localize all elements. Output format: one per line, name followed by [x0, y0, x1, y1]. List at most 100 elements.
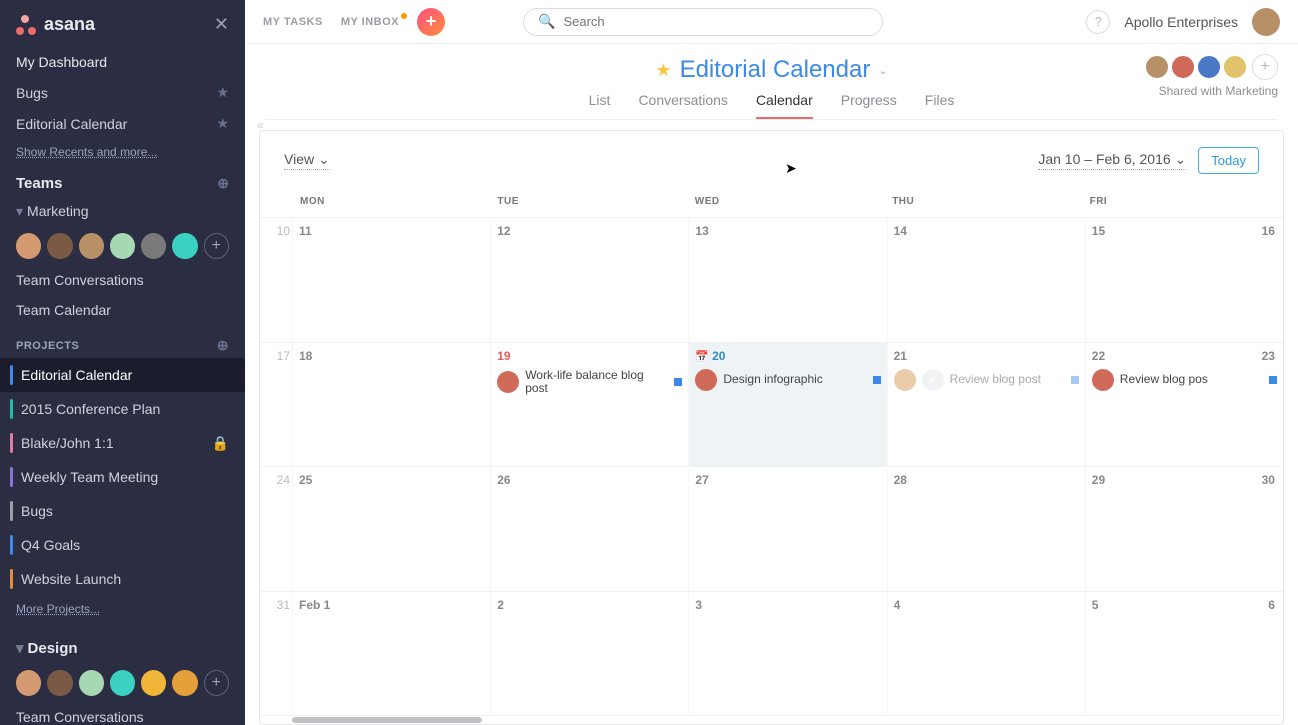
sidebar-item-bugs[interactable]: Bugs★ [0, 77, 245, 108]
sidebar-link-more-projects[interactable]: More Projects... [0, 596, 245, 622]
avatar[interactable] [79, 233, 104, 259]
view-dropdown[interactable]: View ⌄ [284, 151, 330, 170]
user-avatar[interactable] [1252, 8, 1280, 36]
calendar-task[interactable]: ✓Review blog post [894, 369, 1079, 391]
sidebar-team-marketing[interactable]: ▾Marketing [0, 196, 245, 227]
avatar[interactable] [47, 233, 72, 259]
project-item[interactable]: Blake/John 1:1🔒 [0, 426, 245, 460]
tab-conversations[interactable]: Conversations [638, 92, 728, 119]
avatar[interactable] [47, 670, 72, 696]
day-header: MON [294, 190, 491, 217]
calendar-day[interactable]: 📅20Design infographic [688, 343, 886, 467]
star-icon[interactable]: ★ [216, 84, 229, 101]
sidebar-team-design[interactable]: ▾Design [0, 632, 245, 664]
day-number: 2 [497, 598, 504, 612]
project-item[interactable]: Bugs [0, 494, 245, 528]
avatar[interactable] [110, 233, 135, 259]
calendar-day[interactable]: 26 [490, 467, 688, 591]
calendar-day[interactable]: 56 [1085, 592, 1283, 716]
search-input[interactable] [563, 14, 868, 29]
avatar[interactable] [110, 670, 135, 696]
calendar-day[interactable]: 27 [688, 467, 886, 591]
sidebar-item-team-calendar[interactable]: Team Calendar [0, 295, 245, 325]
tab-calendar[interactable]: Calendar [756, 92, 813, 119]
avatar[interactable] [172, 233, 197, 259]
search-wrap[interactable]: 🔍 [523, 8, 883, 36]
new-task-button[interactable]: + [417, 8, 445, 36]
label: Blake/John 1:1 [21, 435, 204, 451]
logo-icon [16, 15, 36, 35]
calendar-task[interactable]: Work-life balance blog post [497, 369, 682, 397]
calendar-day[interactable]: 21✓Review blog post [887, 343, 1085, 467]
calendar-day[interactable]: 2930 [1085, 467, 1283, 591]
chevron-down-icon[interactable]: ⌄ [878, 64, 887, 77]
avatar[interactable] [141, 233, 166, 259]
avatar[interactable] [16, 670, 41, 696]
calendar-day[interactable]: 1516 [1085, 218, 1283, 342]
org-name[interactable]: Apollo Enterprises [1124, 14, 1238, 30]
horizontal-scrollbar[interactable] [260, 716, 1283, 724]
tab-progress[interactable]: Progress [841, 92, 897, 119]
sidebar-item-design-conversations[interactable]: Team Conversations [0, 702, 245, 725]
task-title: Work-life balance blog post [525, 369, 668, 397]
tab-files[interactable]: Files [925, 92, 955, 119]
project-item[interactable]: Q4 Goals [0, 528, 245, 562]
today-button[interactable]: Today [1198, 147, 1259, 174]
avatar[interactable] [1144, 54, 1170, 80]
plus-icon[interactable]: ⊕ [217, 175, 229, 192]
calendar-day[interactable]: 18 [292, 343, 490, 467]
avatar[interactable] [1170, 54, 1196, 80]
day-number: 27 [695, 473, 708, 487]
avatar[interactable] [141, 670, 166, 696]
nav-my-inbox[interactable]: MY INBOX [341, 16, 399, 28]
help-icon[interactable]: ? [1086, 10, 1110, 34]
calendar-day[interactable]: 12 [490, 218, 688, 342]
label: Team Conversations [16, 272, 144, 288]
tab-list[interactable]: List [589, 92, 611, 119]
calendar-day[interactable]: 14 [887, 218, 1085, 342]
calendar-week: 24252627282930 [260, 467, 1283, 592]
sidebar-link-recents[interactable]: Show Recents and more... [0, 139, 245, 165]
calendar-day[interactable]: 25 [292, 467, 490, 591]
sidebar-item-dashboard[interactable]: My Dashboard [0, 47, 245, 77]
calendar-day[interactable]: 11 [292, 218, 490, 342]
calendar-day[interactable]: 28 [887, 467, 1085, 591]
star-icon[interactable]: ★ [216, 115, 229, 132]
add-collaborator-button[interactable]: + [1252, 54, 1278, 80]
logo[interactable]: asana [16, 14, 95, 35]
avatar[interactable] [172, 670, 197, 696]
close-sidebar-icon[interactable]: ✕ [214, 14, 229, 35]
calendar-day[interactable]: 3 [688, 592, 886, 716]
sidebar-subhead-projects: PROJECTS⊕ [0, 325, 245, 358]
calendar-day[interactable]: 2 [490, 592, 688, 716]
add-member-button[interactable]: + [204, 670, 229, 696]
scrollbar-thumb[interactable] [292, 717, 482, 723]
plus-icon[interactable]: ⊕ [217, 337, 229, 354]
avatar[interactable] [1222, 54, 1248, 80]
avatar[interactable] [16, 233, 41, 259]
nav-my-tasks[interactable]: MY TASKS [263, 16, 323, 28]
star-icon[interactable]: ★ [655, 60, 671, 81]
brand-text: asana [44, 14, 95, 35]
sidebar-item-editorial[interactable]: Editorial Calendar★ [0, 108, 245, 139]
calendar-day[interactable]: 4 [887, 592, 1085, 716]
avatar[interactable] [1196, 54, 1222, 80]
day-header: TUE [491, 190, 688, 217]
calendar-day[interactable]: 2223Review blog pos [1085, 343, 1283, 467]
sidebar-item-team-conversations[interactable]: Team Conversations [0, 265, 245, 295]
calendar-task[interactable]: Design infographic [695, 369, 880, 391]
project-item[interactable]: Weekly Team Meeting [0, 460, 245, 494]
date-range-dropdown[interactable]: Jan 10 – Feb 6, 2016 ⌄ [1038, 151, 1186, 170]
project-color-bar [10, 399, 13, 419]
add-member-button[interactable]: + [204, 233, 229, 259]
project-item[interactable]: Website Launch [0, 562, 245, 596]
calendar-task[interactable]: Review blog pos [1092, 369, 1277, 391]
project-item[interactable]: 2015 Conference Plan [0, 392, 245, 426]
project-item[interactable]: Editorial Calendar [0, 358, 245, 392]
calendar-day[interactable]: 19Work-life balance blog post [490, 343, 688, 467]
calendar-day[interactable]: 13 [688, 218, 886, 342]
avatar[interactable] [79, 670, 104, 696]
calendar-day[interactable]: Feb 1 [292, 592, 490, 716]
expand-icon[interactable]: « [257, 118, 264, 132]
sidebar-section-teams[interactable]: Teams⊕ [0, 165, 245, 196]
